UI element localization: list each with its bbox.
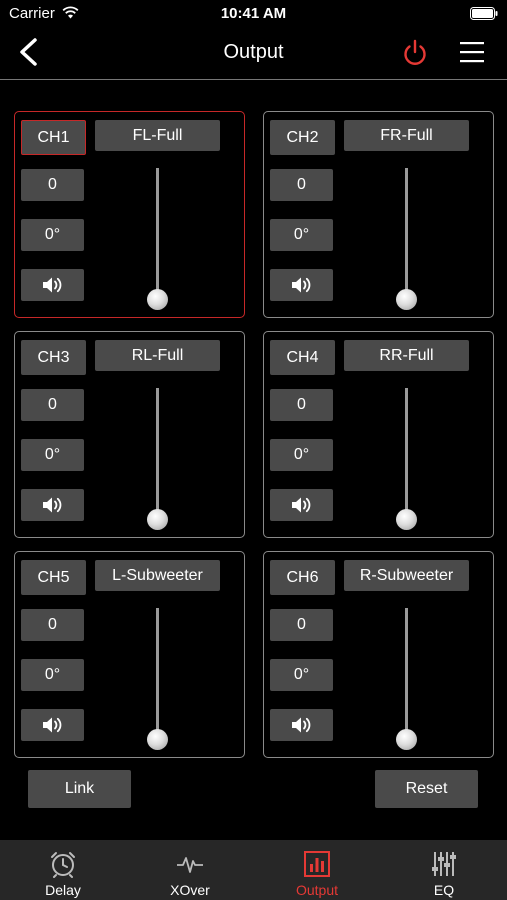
phase-button[interactable]: 0° [270,219,333,251]
channel-button[interactable]: CH6 [270,560,335,595]
channel-button[interactable]: CH1 [21,120,86,155]
tab-label: XOver [170,882,210,898]
channel-button[interactable]: CH2 [270,120,335,155]
gain-button[interactable]: 0 [270,389,333,421]
volume-fader-track[interactable] [405,168,408,300]
reset-button[interactable]: Reset [375,770,478,808]
volume-fader-track[interactable] [405,388,408,520]
volume-fader-knob[interactable] [147,509,168,530]
power-icon[interactable] [402,39,428,67]
volume-fader-track[interactable] [156,388,159,520]
channel-panel-ch6: CH6 R-Subweeter 0 0° [263,551,494,758]
link-button[interactable]: Link [28,770,131,808]
mute-button[interactable] [270,269,333,301]
volume-fader-knob[interactable] [147,729,168,750]
speaker-icon [291,717,310,733]
status-bar: Carrier 10:41 AM [0,0,507,28]
phase-button[interactable]: 0° [21,439,84,471]
tab-label: Output [295,882,339,898]
speaker-icon [291,277,310,293]
waveform-icon [177,857,203,873]
channel-name-button[interactable]: RR-Full [344,340,469,371]
tab-label: Delay [45,882,81,898]
volume-fader-track[interactable] [156,168,159,300]
channel-name-button[interactable]: R-Subweeter [344,560,469,591]
channel-panel-ch2: CH2 FR-Full 0 0° [263,111,494,318]
volume-fader-knob[interactable] [147,289,168,310]
mute-button[interactable] [21,269,84,301]
tab-delay[interactable]: Delay [0,840,126,900]
phase-button[interactable]: 0° [270,439,333,471]
battery-icon [470,7,498,20]
tab-bar: Delay XOver Output EQ [0,840,507,900]
gain-button[interactable]: 0 [21,389,84,421]
speaker-icon [42,497,61,513]
speaker-icon [42,277,61,293]
channel-panel-ch3: CH3 RL-Full 0 0° [14,331,245,538]
mute-button[interactable] [21,489,84,521]
speaker-icon [291,497,310,513]
page-title: Output [223,41,284,63]
volume-fader-track[interactable] [156,608,159,740]
channel-button[interactable]: CH4 [270,340,335,375]
channel-name-button[interactable]: FR-Full [344,120,469,151]
volume-fader-knob[interactable] [396,509,417,530]
status-time: 10:41 AM [220,5,287,22]
alarm-clock-icon [51,852,75,878]
nav-bar: Output [0,28,507,80]
tab-xover[interactable]: XOver [127,840,253,900]
bar-chart-icon [304,851,330,877]
menu-icon[interactable] [460,41,484,63]
channel-name-button[interactable]: RL-Full [95,340,220,371]
channel-name-button[interactable]: FL-Full [95,120,220,151]
channel-panel-ch5: CH5 L-Subweeter 0 0° [14,551,245,758]
gain-button[interactable]: 0 [21,609,84,641]
mute-button[interactable] [270,709,333,741]
tab-output[interactable]: Output [254,840,380,900]
channel-button[interactable]: CH5 [21,560,86,595]
speaker-icon [42,717,61,733]
sliders-icon [432,852,456,876]
volume-fader-knob[interactable] [396,729,417,750]
gain-button[interactable]: 0 [270,169,333,201]
gain-button[interactable]: 0 [21,169,84,201]
channel-name-button[interactable]: L-Subweeter [95,560,220,591]
mute-button[interactable] [270,489,333,521]
tab-eq[interactable]: EQ [381,840,507,900]
volume-fader-knob[interactable] [396,289,417,310]
gain-button[interactable]: 0 [270,609,333,641]
channel-button[interactable]: CH3 [21,340,86,375]
phase-button[interactable]: 0° [270,659,333,691]
channel-panel-ch1: CH1 FL-Full 0 0° [14,111,245,318]
tab-label: EQ [433,882,455,898]
channel-panel-ch4: CH4 RR-Full 0 0° [263,331,494,538]
phase-button[interactable]: 0° [21,659,84,691]
phase-button[interactable]: 0° [21,219,84,251]
mute-button[interactable] [21,709,84,741]
volume-fader-track[interactable] [405,608,408,740]
